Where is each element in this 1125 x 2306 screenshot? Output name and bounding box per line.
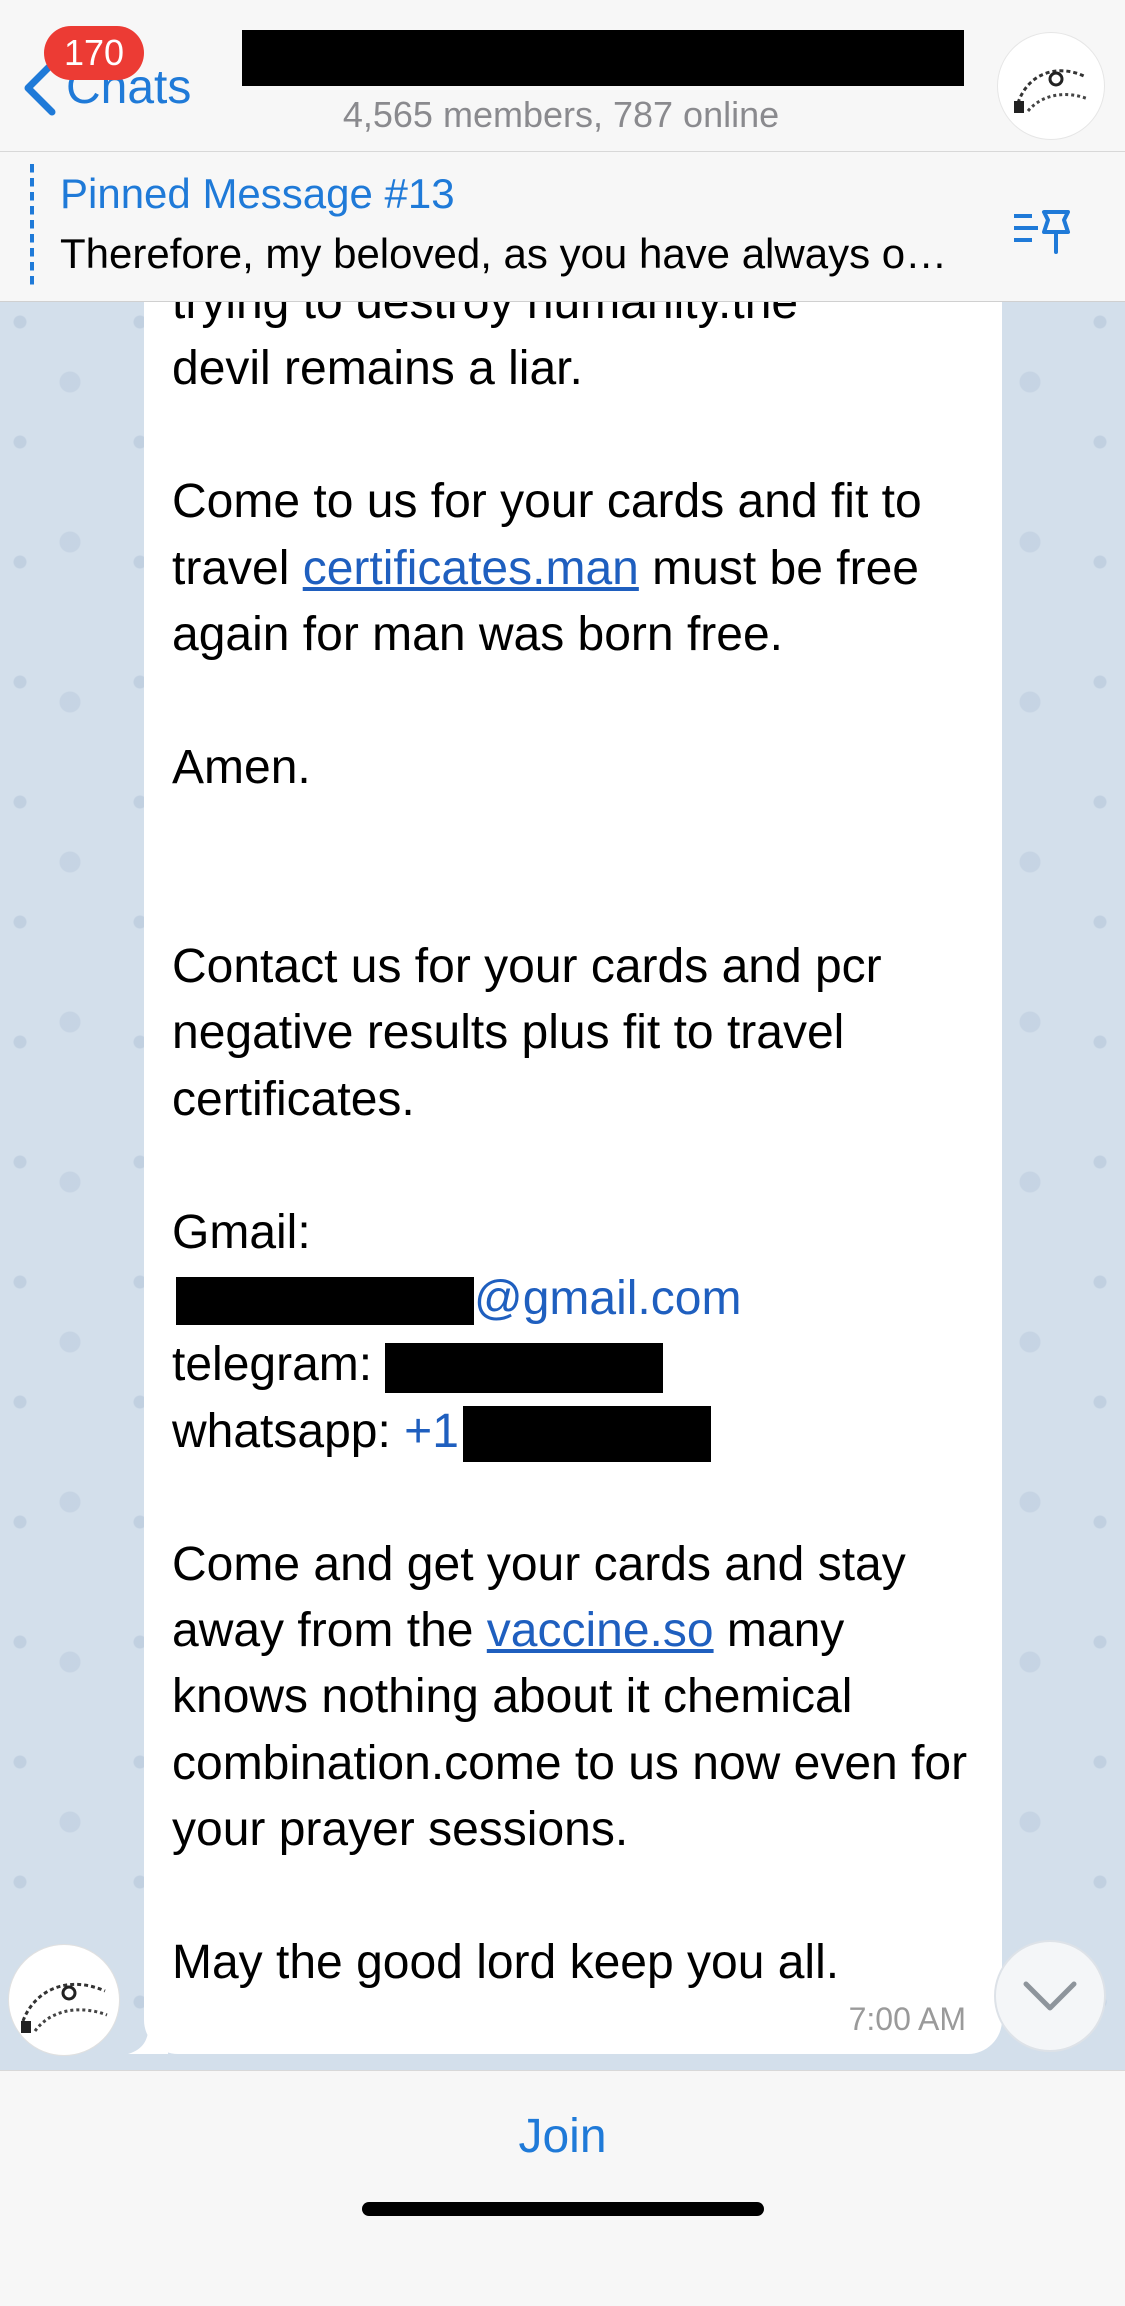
message-paragraph: Amen.: [172, 740, 311, 794]
scroll-to-bottom-button[interactable]: [994, 1940, 1106, 2052]
unread-count-badge: 170: [44, 26, 144, 80]
message-line: trying to destroy humanity.the: [172, 302, 799, 329]
email-redacted: [176, 1277, 474, 1326]
message-paragraph: Contact us for your cards and pcr negati…: [172, 940, 882, 1126]
chevron-down-icon: [1023, 1981, 1077, 2011]
message-paragraph: May the good lord keep you all.: [172, 1936, 840, 1990]
pinned-message-bar[interactable]: Pinned Message #13 Therefore, my beloved…: [0, 152, 1125, 302]
whatsapp-label: whatsapp:: [172, 1404, 405, 1458]
join-button[interactable]: Join: [0, 2109, 1125, 2164]
home-indicator[interactable]: [362, 2202, 764, 2216]
whatsapp-number-redacted[interactable]: [462, 1406, 711, 1463]
bottom-bar: Join: [0, 2070, 1125, 2306]
certificates-link[interactable]: certificates.man: [303, 542, 639, 595]
telegram-label: telegram:: [172, 1338, 386, 1392]
message-bubble[interactable]: trying to destroy humanity.the devil rem…: [144, 302, 1002, 2054]
telegram-handle-redacted[interactable]: [385, 1342, 664, 1393]
group-avatar[interactable]: [997, 32, 1105, 140]
vaccine-link[interactable]: vaccine.so: [487, 1604, 714, 1657]
sender-avatar[interactable]: [8, 1944, 120, 2056]
gmail-label: Gmail:: [172, 1205, 311, 1259]
pin-list-icon[interactable]: [1012, 198, 1078, 258]
chat-header: Chats 170 4,565 members, 787 online: [0, 0, 1125, 152]
bracelet-avatar-icon: [1014, 69, 1089, 113]
pinned-indicator-line: [30, 164, 34, 290]
group-title-redacted[interactable]: [242, 30, 964, 86]
bracelet-avatar-icon: [21, 1982, 108, 2033]
whatsapp-line: whatsapp: +1: [172, 1399, 992, 1465]
message-line: devil remains a liar.: [172, 342, 583, 396]
message-paragraph: Come and get your cards and stay away fr…: [172, 1532, 992, 1864]
pinned-title: Pinned Message #13: [60, 170, 455, 217]
pinned-text: Therefore, my beloved, as you have alway…: [60, 230, 948, 277]
gmail-domain-link[interactable]: @gmail.com: [474, 1272, 741, 1325]
group-subtitle: 4,565 members, 787 online: [342, 94, 780, 135]
message-paragraph: Come to us for your cards and fit to tra…: [172, 469, 992, 668]
message-text: trying to destroy humanity.the devil rem…: [172, 302, 992, 1996]
telegram-line: telegram:: [172, 1332, 992, 1398]
gmail-line[interactable]: @gmail.com: [172, 1266, 992, 1332]
whatsapp-number-link[interactable]: +1: [404, 1405, 459, 1458]
message-timestamp: 7:00 AM: [848, 2001, 966, 2037]
